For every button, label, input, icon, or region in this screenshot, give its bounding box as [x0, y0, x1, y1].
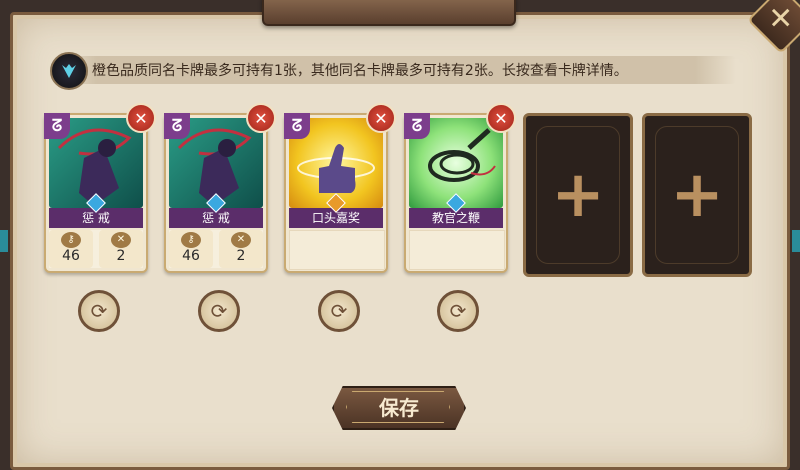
card-stats: ⚷ 46 ✕ 2 — [49, 230, 143, 268]
swap-card-button[interactable]: ⟳ — [437, 290, 479, 332]
right-edge-marker — [792, 230, 800, 252]
stat-value: 46 — [62, 248, 80, 264]
deck-card[interactable]: ᘔ ✕ 教官之鞭 — [404, 103, 516, 273]
key-icon: ⚷ — [181, 232, 201, 248]
stat-cell: ✕ 2 — [99, 230, 143, 268]
deck-card[interactable]: ᘔ ✕ 口头嘉奖 — [284, 103, 396, 273]
refresh-icon: ⟳ — [330, 299, 348, 323]
card-type-badge: ᘔ — [284, 113, 310, 139]
stat-cell: ⚷ 46 — [169, 230, 213, 268]
save-button[interactable]: 保存 — [332, 386, 466, 430]
add-card-icon: + — [551, 158, 605, 232]
remove-card-button[interactable]: ✕ — [246, 103, 276, 133]
deck-card[interactable]: ᘔ ✕ 惩 戒 ⚷ 46 ✕ 2 — [164, 103, 276, 273]
swap-card-button[interactable]: ⟳ — [78, 290, 120, 332]
deck-card[interactable]: ᘔ ✕ 惩 戒 ⚷ 46 ✕ 2 — [44, 103, 156, 273]
title-plate — [262, 0, 516, 26]
notice-text: 橙色品质同名卡牌最多可持有1张，其他同名卡牌最多可持有2张。长按查看卡牌详情。 — [92, 63, 628, 79]
card-type-badge: ᘔ — [404, 113, 430, 139]
add-card-icon: + — [670, 158, 724, 232]
stat-value: 46 — [182, 248, 200, 264]
card-type-badge: ᘔ — [164, 113, 190, 139]
refresh-icon: ⟳ — [90, 299, 108, 323]
card-stats: ⚷ 46 ✕ 2 — [169, 230, 263, 268]
info-emblem-icon — [50, 52, 88, 90]
swap-card-button[interactable]: ⟳ — [198, 290, 240, 332]
remove-card-button[interactable]: ✕ — [126, 103, 156, 133]
swap-card-button[interactable]: ⟳ — [318, 290, 360, 332]
card-stats-empty — [289, 230, 385, 270]
close-icon: ✕ — [768, 1, 794, 37]
remove-card-button[interactable]: ✕ — [366, 103, 396, 133]
card-type-badge: ᘔ — [44, 113, 70, 139]
stat-value: 2 — [236, 248, 246, 264]
empty-card-slot[interactable]: + — [523, 113, 633, 277]
key-icon: ⚷ — [61, 232, 81, 248]
refresh-icon: ⟳ — [449, 299, 467, 323]
crossed-tools-icon: ✕ — [111, 232, 131, 248]
refresh-icon: ⟳ — [210, 299, 228, 323]
stat-value: 2 — [116, 248, 126, 264]
stat-cell: ✕ 2 — [219, 230, 263, 268]
remove-card-button[interactable]: ✕ — [486, 103, 516, 133]
empty-card-slot[interactable]: + — [642, 113, 752, 277]
card-stats-empty — [409, 230, 505, 270]
stat-cell: ⚷ 46 — [49, 230, 93, 268]
crossed-tools-icon: ✕ — [231, 232, 251, 248]
left-edge-marker — [0, 230, 8, 252]
